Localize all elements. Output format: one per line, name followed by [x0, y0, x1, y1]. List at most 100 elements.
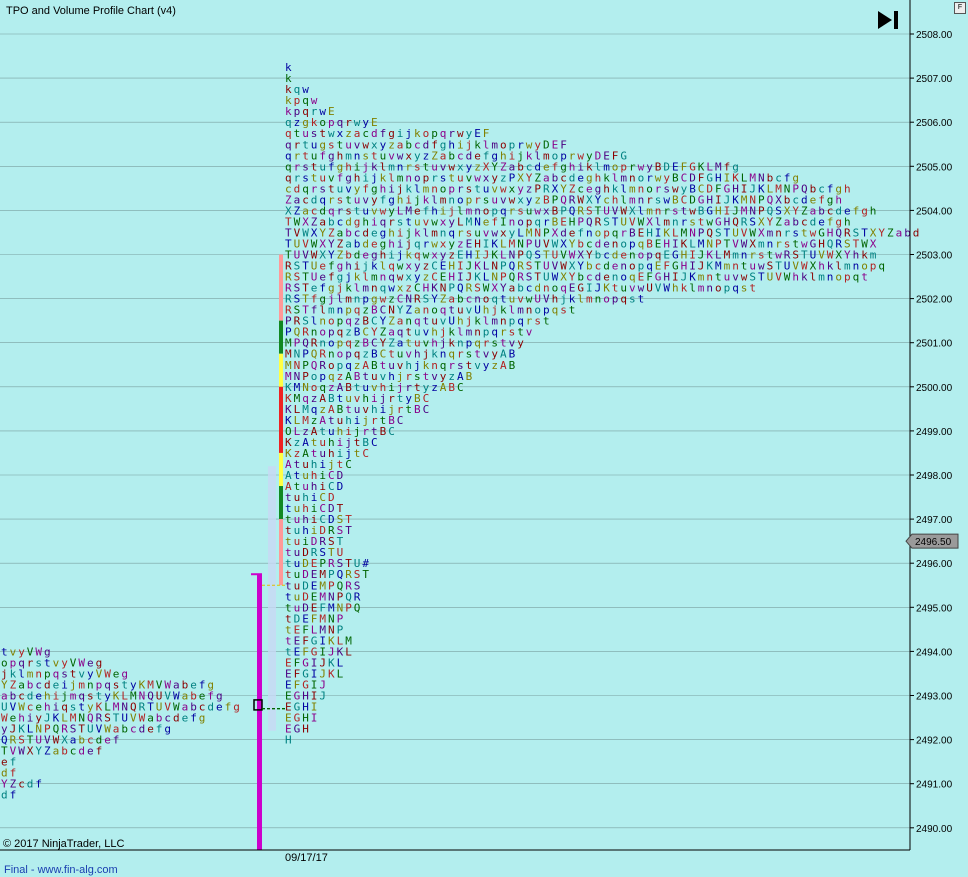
tpo-letter: T: [345, 524, 352, 537]
tpo-letter: y: [517, 337, 524, 350]
tpo-letter: q: [620, 293, 627, 306]
current-profile: kkk q wk p q wk p q r w Eq z g k o p q r w y Eq t u s t w x z a c d f g i…: [285, 61, 919, 747]
tpo-letter: m: [818, 271, 825, 284]
tpo-letter: a: [53, 745, 60, 758]
tpo-letter: f: [853, 204, 860, 217]
tpo-chart: TPO and Volume Profile Chart (v4) F tvyV…: [0, 0, 968, 877]
tpo-letter: C: [397, 414, 404, 427]
tpo-letter: f: [113, 734, 120, 747]
tpo-letter: l: [689, 282, 696, 295]
tpo-letter: s: [560, 304, 567, 317]
tpo-letter: m: [586, 293, 593, 306]
price-marker-label: 2496.50: [915, 537, 952, 548]
tpo-letter: t: [569, 304, 576, 317]
footer-link[interactable]: Final - www.fin-alg.com: [4, 864, 118, 876]
tpo-letter: s: [534, 315, 541, 328]
tpo-letter: d: [207, 701, 214, 714]
tpo-letter: H: [285, 734, 292, 747]
value-area-band: [279, 486, 283, 520]
tpo-letter: a: [896, 226, 903, 239]
tpo-letter: G: [294, 723, 301, 736]
value-area-band: [279, 320, 283, 354]
tpo-letter: Y: [35, 745, 42, 758]
y-tick-label: 2495.00: [916, 603, 953, 614]
y-tick-label: 2503.00: [916, 251, 953, 262]
tpo-letter: s: [741, 282, 748, 295]
tpo-letter: c: [70, 745, 77, 758]
tpo-letter: q: [878, 260, 885, 273]
tpo-letter: T: [362, 568, 369, 581]
tpo-letter: b: [61, 745, 68, 758]
y-tick-label: 2498.00: [916, 471, 953, 482]
tpo-letter: C: [457, 381, 464, 394]
y-tick-label: 2501.00: [916, 339, 953, 350]
tpo-letter: o: [715, 282, 722, 295]
value-area-band: [279, 519, 283, 586]
tpo-letter: K: [328, 667, 335, 680]
tpo-letter: H: [302, 723, 309, 736]
tpo-letter: I: [311, 712, 318, 725]
tpo-letter: m: [698, 282, 705, 295]
tpo-letter: f: [156, 723, 163, 736]
tpo-letter: B: [414, 403, 421, 416]
tpo-letter: l: [810, 271, 817, 284]
tpo-letter: Z: [887, 226, 894, 239]
y-tick-label: 2496.00: [916, 559, 953, 570]
tpo-letter: t: [861, 271, 868, 284]
tpo-letter: g: [233, 701, 240, 714]
tpo-letter: D: [337, 480, 344, 493]
tpo-letter: e: [104, 734, 111, 747]
tpo-letter: g: [164, 723, 171, 736]
volume-histogram: [268, 466, 276, 731]
tpo-letter: p: [612, 293, 619, 306]
tpo-letter: p: [844, 271, 851, 284]
tpo-letter: C: [345, 458, 352, 471]
y-tick-label: 2508.00: [916, 30, 953, 41]
tpo-letter: f: [96, 745, 103, 758]
y-tick-label: 2491.00: [916, 780, 953, 791]
tpo-letter: h: [870, 204, 877, 217]
tpo-letter: k: [801, 271, 808, 284]
copyright-text: © 2017 NinjaTrader, LLC: [3, 838, 125, 850]
y-tick-label: 2499.00: [916, 427, 953, 438]
y-tick-label: 2507.00: [916, 74, 953, 85]
tpo-letter: z: [431, 381, 438, 394]
tpo-letter: c: [130, 723, 137, 736]
tpo-letter: t: [543, 315, 550, 328]
tpo-letter: W: [18, 745, 25, 758]
tpo-letter: f: [10, 789, 17, 802]
tpo-letter: g: [861, 204, 868, 217]
tpo-letter: d: [173, 712, 180, 725]
tpo-letter: l: [577, 293, 584, 306]
tpo-letter: d: [139, 723, 146, 736]
tpo-letter: p: [724, 282, 731, 295]
tpo-letter: d: [1, 789, 8, 802]
tpo-letter: W: [663, 282, 670, 295]
tpo-letter: z: [491, 359, 498, 372]
tpo-letter: B: [466, 370, 473, 383]
tpo-letter: V: [655, 282, 662, 295]
tpo-letter: L: [345, 645, 352, 658]
tpo-letter: v: [526, 326, 533, 339]
tpo-letter: A: [440, 381, 447, 394]
tpo-letter: X: [27, 745, 34, 758]
tpo-letter: U: [646, 282, 653, 295]
tpo-letter: B: [380, 425, 387, 438]
tpo-letter: d: [78, 745, 85, 758]
tpo-letter: e: [216, 701, 223, 714]
y-tick-label: 2490.00: [916, 824, 953, 835]
tpo-letter: v: [474, 359, 481, 372]
tpo-letter: e: [182, 712, 189, 725]
y-tick-label: 2494.00: [916, 647, 953, 658]
tpo-letter: n: [595, 293, 602, 306]
tpo-letter: n: [827, 271, 834, 284]
value-area-band: [279, 254, 283, 321]
tpo-letter: q: [853, 271, 860, 284]
y-tick-label: 2505.00: [916, 162, 953, 173]
tpo-letter: B: [509, 359, 516, 372]
tpo-letter: d: [913, 226, 920, 239]
tpo-letter: c: [18, 778, 25, 791]
tpo-letter: B: [448, 381, 455, 394]
tpo-letter: h: [844, 182, 851, 195]
tpo-letter: P: [345, 601, 352, 614]
